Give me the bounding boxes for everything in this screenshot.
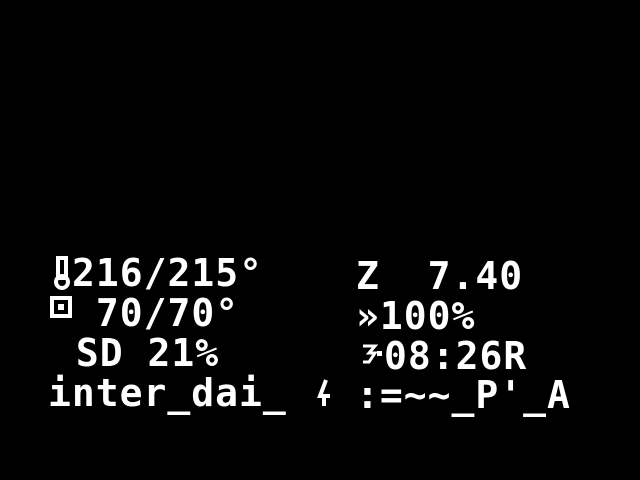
feedrate-percentage: »100% xyxy=(356,294,476,338)
bed-icon xyxy=(50,296,72,318)
bed-temperature: 70/70° xyxy=(72,291,240,335)
print-time: 08:26R xyxy=(384,334,528,378)
status-message: inter_dai_ xyxy=(48,371,287,415)
sd-progress: SD 21% xyxy=(52,331,220,375)
status-garbage-glyph-icon xyxy=(317,379,330,406)
lcd-screen: 216/215° 70/70° SD 21% inter_dai_ Z 7.40… xyxy=(0,0,640,480)
hotend-temperature: 216/215° xyxy=(72,251,264,295)
clock-icon xyxy=(363,344,382,364)
z-position: Z 7.40 xyxy=(356,254,524,298)
garbage-text: :=~~_P'_A xyxy=(356,373,571,417)
thermometer-icon xyxy=(54,256,70,290)
